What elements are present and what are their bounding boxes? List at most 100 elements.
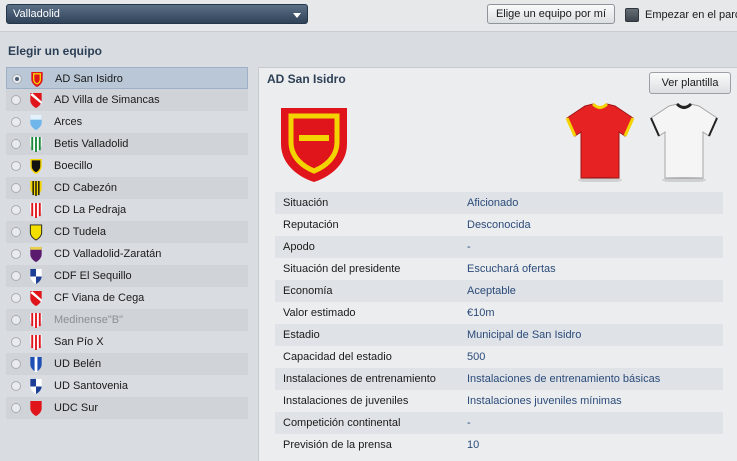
team-list-item[interactable]: Arces [6,111,248,133]
team-radio-button[interactable] [11,359,21,369]
pick-team-for-me-button[interactable]: Elige un equipo por mí [487,4,615,24]
team-radio-button[interactable] [11,337,21,347]
team-radio-button[interactable] [12,74,22,84]
shield-blue-white-quarters-icon [28,378,44,395]
team-name: Medinense"B" [54,314,123,326]
team-name: CD Valladolid-Zaratán [54,248,162,260]
team-name: AD San Isidro [55,73,123,85]
team-radio-button[interactable] [11,95,21,105]
info-value: Desconocida [467,219,531,231]
shield-red-yellow-icon [29,71,45,88]
shield-yellow-icon [28,224,44,241]
team-list-item[interactable]: UD Belén [6,353,248,375]
info-label: Valor estimado [283,307,356,319]
team-list: AD San Isidro AD Villa de Simancas Arces Be… [6,67,248,419]
info-row: Instalaciones de juveniles Instalaciones … [275,390,723,412]
team-radio-button[interactable] [11,381,21,391]
home-kit-icon [565,102,635,182]
team-list-item[interactable]: CD Cabezón [6,177,248,199]
info-value: Instalaciones juveniles mínimas [467,395,622,407]
team-detail-title: AD San Isidro [267,72,346,86]
team-radio-button[interactable] [11,183,21,193]
info-value: 500 [467,351,486,363]
shield-red-white-stripes-icon [28,202,44,219]
team-radio-button[interactable] [11,249,21,259]
info-value: Aficionado [467,197,519,209]
info-row: Estadio Municipal de San Isidro [275,324,723,346]
shield-yellow-black-stripes-icon [28,180,44,197]
team-list-item[interactable]: CD Tudela [6,221,248,243]
team-list-item[interactable]: UDC Sur [6,397,248,419]
info-label: Instalaciones de entrenamiento [283,373,436,385]
team-list-item[interactable]: Boecillo [6,155,248,177]
team-list-item[interactable]: AD Villa de Simancas [6,89,248,111]
info-row: Economía Aceptable [275,280,723,302]
team-radio-button[interactable] [11,315,21,325]
team-info-table: Situación Aficionado Reputación Desconocida… [275,192,723,456]
club-crest-icon [281,108,347,182]
team-radio-button[interactable] [11,403,21,413]
team-name: San Pío X [54,336,104,348]
team-name: CD La Pedraja [54,204,127,216]
team-list-item[interactable]: CD Valladolid-Zaratán [6,243,248,265]
team-name: Betis Valladolid [54,138,129,150]
team-name: AD Villa de Simancas [54,94,160,106]
info-row: Valor estimado €10m [275,302,723,324]
choose-team-heading: Elegir un equipo [8,44,103,58]
team-name: Arces [54,116,83,128]
info-row: Apodo - [275,236,723,258]
shield-red-white-sash-icon [28,92,44,109]
start-in-unemployed-checkbox[interactable] [625,8,639,22]
info-label: Previsión de la prensa [283,439,392,451]
shield-red-white-stripes-icon [28,334,44,351]
info-row: Competición continental - [275,412,723,434]
info-label: Instalaciones de juveniles [283,395,409,407]
team-radio-button[interactable] [11,139,21,149]
region-dropdown[interactable]: Valladolid [6,4,308,24]
info-label: Reputación [283,219,339,231]
shield-purple-icon [28,246,44,263]
team-list-item[interactable]: CD La Pedraja [6,199,248,221]
team-list-item[interactable]: AD San Isidro [6,67,248,89]
shield-black-yellow-icon [28,158,44,175]
info-label: Situación del presidente [283,263,401,275]
info-value: €10m [467,307,495,319]
team-name: UD Belén [54,358,102,370]
team-radio-button[interactable] [11,205,21,215]
team-list-item[interactable]: Medinense"B" [6,309,248,331]
info-row: Situación Aficionado [275,192,723,214]
info-label: Apodo [283,241,315,253]
team-name: UDC Sur [54,402,99,414]
info-value: - [467,241,471,253]
team-radio-button[interactable] [11,293,21,303]
team-name: UD Santovenia [54,380,128,392]
team-list-item[interactable]: Betis Valladolid [6,133,248,155]
team-list-item[interactable]: UD Santovenia [6,375,248,397]
view-squad-button[interactable]: Ver plantilla [649,72,731,94]
info-value: - [467,417,471,429]
team-list-item[interactable]: CF Viana de Cega [6,287,248,309]
team-radio-button[interactable] [11,271,21,281]
info-row: Situación del presidente Escuchará oferta… [275,258,723,280]
team-name: Boecillo [54,160,93,172]
info-label: Situación [283,197,329,209]
shield-blue-white-icon [28,356,44,373]
info-row: Capacidad del estadio 500 [275,346,723,368]
team-radio-button[interactable] [11,117,21,127]
info-value: 10 [467,439,480,451]
top-toolbar: Valladolid Elige un equipo por mí Empeza… [0,0,737,32]
shield-red-white-stripes-icon [28,312,44,329]
chevron-down-icon [293,13,301,18]
info-value: Aceptable [467,285,516,297]
shield-blue-white-quarters-icon [28,268,44,285]
shield-green-stripes-icon [28,136,44,153]
team-detail-panel: AD San Isidro Ver plantilla Situación Afi… [258,67,737,461]
info-row: Reputación Desconocida [275,214,723,236]
team-list-item[interactable]: San Pío X [6,331,248,353]
team-name: CD Cabezón [54,182,117,194]
team-list-item[interactable]: CDF El Sequillo [6,265,248,287]
info-label: Competición continental [283,417,401,429]
team-radio-button[interactable] [11,161,21,171]
region-dropdown-value: Valladolid [13,8,60,20]
team-radio-button[interactable] [11,227,21,237]
